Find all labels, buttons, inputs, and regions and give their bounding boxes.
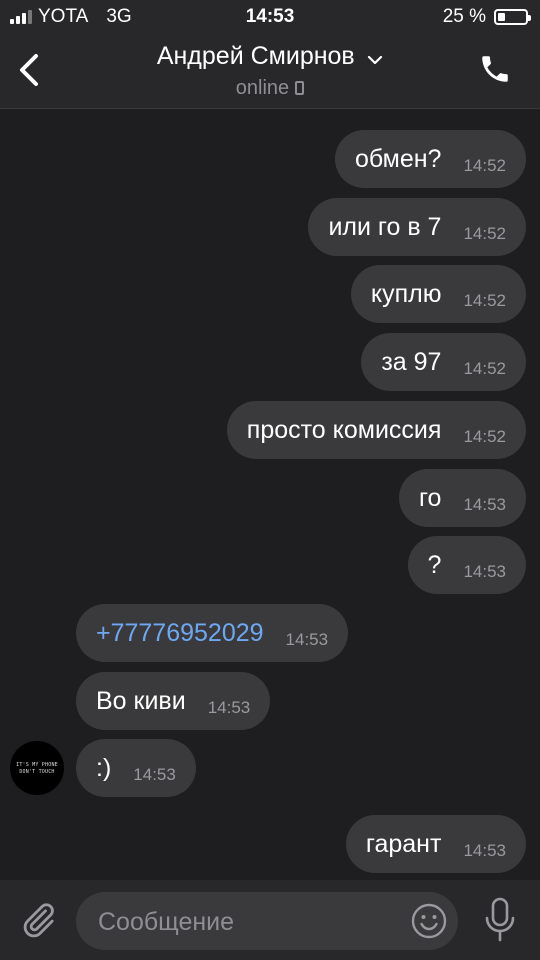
contact-info[interactable]: Андрей Смирнов online [0, 42, 540, 100]
message-bubble-outgoing[interactable]: или го в 7 14:52 [308, 198, 526, 256]
chat-header: Андрей Смирнов online [0, 36, 540, 109]
message-time: 14:53 [463, 841, 506, 860]
message-row: го 14:53 [0, 469, 540, 527]
message-row: гарант 14:53 [0, 815, 540, 873]
message-text: куплю [370, 279, 442, 308]
contact-status: online [0, 77, 540, 100]
battery-fill [498, 13, 505, 21]
message-text: ? [427, 550, 442, 579]
message-time: 14:52 [463, 156, 506, 175]
avatar-text-line: DON'T TOUCH [19, 769, 55, 775]
message-time: 14:52 [463, 224, 506, 243]
avatar-text-line: IT'S MY PHONE [16, 762, 58, 768]
message-time: 14:53 [463, 562, 506, 581]
message-row: +77776952029 14:53 [0, 604, 540, 662]
message-bubble-incoming[interactable]: +77776952029 14:53 [76, 604, 349, 662]
status-right: 25 % [442, 6, 531, 28]
battery-percent: 25 % [442, 6, 486, 27]
message-bubble-outgoing[interactable]: гарант 14:53 [345, 815, 526, 873]
message-text: гарант [365, 829, 442, 858]
message-row: обмен? 14:52 [0, 130, 540, 188]
chevron-down-icon[interactable] [367, 54, 383, 66]
message-row: ? 14:53 [0, 536, 540, 594]
smile-icon[interactable] [410, 902, 448, 940]
message-text: Во киви [96, 686, 186, 715]
message-text: обмен? [354, 144, 442, 173]
message-row: просто комиссия 14:52 [0, 401, 540, 459]
contact-name[interactable]: Андрей Смирнов [157, 42, 355, 70]
message-input-box[interactable] [76, 892, 458, 952]
message-text: го [418, 483, 442, 512]
message-time: 14:53 [133, 765, 176, 784]
message-link[interactable]: +77776952029 [96, 619, 264, 648]
message-composer [0, 880, 540, 960]
battery-icon [494, 9, 531, 25]
message-row: за 97 14:52 [0, 333, 540, 391]
phone-call-icon[interactable] [478, 52, 512, 86]
status-bar: YOTA 3G 14:53 25 % [0, 0, 540, 36]
message-time: 14:53 [285, 630, 329, 649]
message-time: 14:53 [463, 495, 506, 514]
contact-status-text: online [235, 77, 290, 99]
message-text: или го в 7 [328, 212, 442, 241]
message-text: просто комиссия [246, 415, 442, 444]
message-bubble-incoming[interactable]: :) 14:53 [76, 739, 196, 797]
message-bubble-outgoing[interactable]: обмен? 14:52 [334, 130, 526, 188]
message-row: IT'S MY PHONE DON'T TOUCH:) 14:53 [0, 739, 540, 797]
message-input[interactable] [96, 892, 400, 952]
message-time: 14:52 [463, 291, 506, 310]
message-row: куплю 14:52 [0, 265, 540, 323]
message-row: или го в 7 14:52 [0, 198, 540, 256]
message-list[interactable]: обмен? 14:52 или го в 7 14:52 куплю 14:52 за 9… [0, 109, 540, 880]
message-time: 14:52 [463, 427, 506, 446]
message-time: 14:52 [463, 359, 506, 378]
message-bubble-outgoing[interactable]: ? 14:53 [407, 536, 526, 594]
message-text: :) [96, 753, 112, 782]
mobile-icon [295, 81, 305, 95]
message-row: Во киви 14:53 [0, 672, 540, 730]
message-bubble-incoming[interactable]: Во киви 14:53 [76, 672, 271, 730]
message-bubble-outgoing[interactable]: за 97 14:52 [361, 333, 526, 391]
message-text: за 97 [381, 347, 442, 376]
message-bubble-outgoing[interactable]: куплю 14:52 [350, 265, 526, 323]
message-time: 14:53 [207, 698, 251, 717]
microphone-icon[interactable] [482, 896, 518, 944]
avatar[interactable]: IT'S MY PHONE DON'T TOUCH [10, 741, 64, 795]
paperclip-icon[interactable] [18, 898, 58, 942]
message-bubble-outgoing[interactable]: просто комиссия 14:52 [226, 401, 526, 459]
message-bubble-outgoing[interactable]: го 14:53 [398, 469, 526, 527]
